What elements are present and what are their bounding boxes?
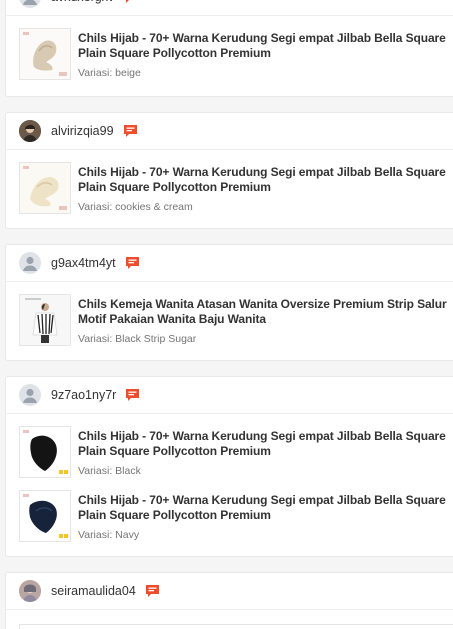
- user-silhouette-icon: [23, 256, 37, 271]
- product-variant: Variasi: Black: [78, 465, 141, 477]
- product-variant: Variasi: Navy: [78, 529, 140, 541]
- user-silhouette-icon: [23, 0, 37, 5]
- order-item-placeholder: [19, 624, 453, 629]
- buyer-username[interactable]: avxdxergxv: [51, 0, 114, 4]
- product-image: [20, 491, 70, 541]
- buyer-username[interactable]: 9z7ao1ny7r: [51, 388, 116, 402]
- buyer-username[interactable]: g9ax4tm4yt: [51, 256, 116, 270]
- product-variant: Variasi: cookies & cream: [78, 201, 193, 213]
- buyer-header: alvirizqia99: [6, 113, 453, 150]
- user-silhouette-icon: [23, 388, 37, 403]
- order-card: alvirizqia99 Chils Hijab - 70+ Warna Ker…: [5, 112, 453, 229]
- product-image: [20, 427, 70, 477]
- product-variant: Variasi: beige: [78, 67, 141, 79]
- order-item[interactable]: Chils Hijab - 70+ Warna Kerudung Segi em…: [6, 150, 453, 214]
- order-card: 9z7ao1ny7r Chils Hijab - 70+ Warna Kerud…: [5, 376, 453, 557]
- product-title[interactable]: Chils Kemeja Wanita Atasan Wanita Oversi…: [78, 297, 453, 327]
- buyer-username[interactable]: alvirizqia99: [51, 124, 114, 138]
- buyer-header: seiramaulida04: [6, 573, 453, 610]
- chat-bubble-icon[interactable]: [123, 0, 138, 4]
- avatar[interactable]: [19, 580, 41, 602]
- buyer-username[interactable]: seiramaulida04: [51, 584, 136, 598]
- avatar[interactable]: [19, 120, 41, 142]
- product-title[interactable]: Chils Hijab - 70+ Warna Kerudung Segi em…: [78, 165, 453, 195]
- product-title[interactable]: Chils Hijab - 70+ Warna Kerudung Segi em…: [78, 31, 453, 61]
- product-image: [20, 295, 70, 345]
- buyer-header: avxdxergxv: [6, 0, 453, 16]
- product-thumbnail[interactable]: [19, 294, 71, 346]
- buyer-header: 9z7ao1ny7r: [6, 377, 453, 414]
- order-item[interactable]: Chils Kemeja Wanita Atasan Wanita Oversi…: [6, 282, 453, 346]
- product-thumbnail[interactable]: [19, 490, 71, 542]
- avatar[interactable]: [19, 0, 41, 8]
- avatar[interactable]: [19, 252, 41, 274]
- product-thumbnail[interactable]: [19, 162, 71, 214]
- product-image: [20, 163, 70, 213]
- order-card: seiramaulida04: [5, 572, 453, 629]
- product-image: [20, 29, 70, 79]
- user-photo-icon: [19, 580, 41, 602]
- product-title[interactable]: Chils Hijab - 70+ Warna Kerudung Segi em…: [78, 429, 453, 459]
- order-item[interactable]: Chils Hijab - 70+ Warna Kerudung Segi em…: [6, 478, 453, 543]
- chat-bubble-icon[interactable]: [123, 124, 138, 138]
- chat-bubble-icon[interactable]: [145, 584, 160, 598]
- order-item[interactable]: Chils Hijab - 70+ Warna Kerudung Segi em…: [6, 16, 453, 80]
- product-variant: Variasi: Black Strip Sugar: [78, 333, 197, 345]
- avatar[interactable]: [19, 384, 41, 406]
- chat-bubble-icon[interactable]: [125, 256, 140, 270]
- product-title[interactable]: Chils Hijab - 70+ Warna Kerudung Segi em…: [78, 493, 453, 523]
- order-card: avxdxergxv Chils Hijab - 70+ Warna Kerud…: [5, 0, 453, 97]
- product-thumbnail[interactable]: [19, 28, 71, 80]
- order-card: g9ax4tm4yt Chils Kemeja Wanita Atasan Wa…: [5, 244, 453, 361]
- buyer-header: g9ax4tm4yt: [6, 245, 453, 282]
- order-item[interactable]: Chils Hijab - 70+ Warna Kerudung Segi em…: [6, 414, 453, 478]
- user-photo-icon: [19, 120, 41, 142]
- product-thumbnail[interactable]: [19, 426, 71, 478]
- chat-bubble-icon[interactable]: [125, 388, 140, 402]
